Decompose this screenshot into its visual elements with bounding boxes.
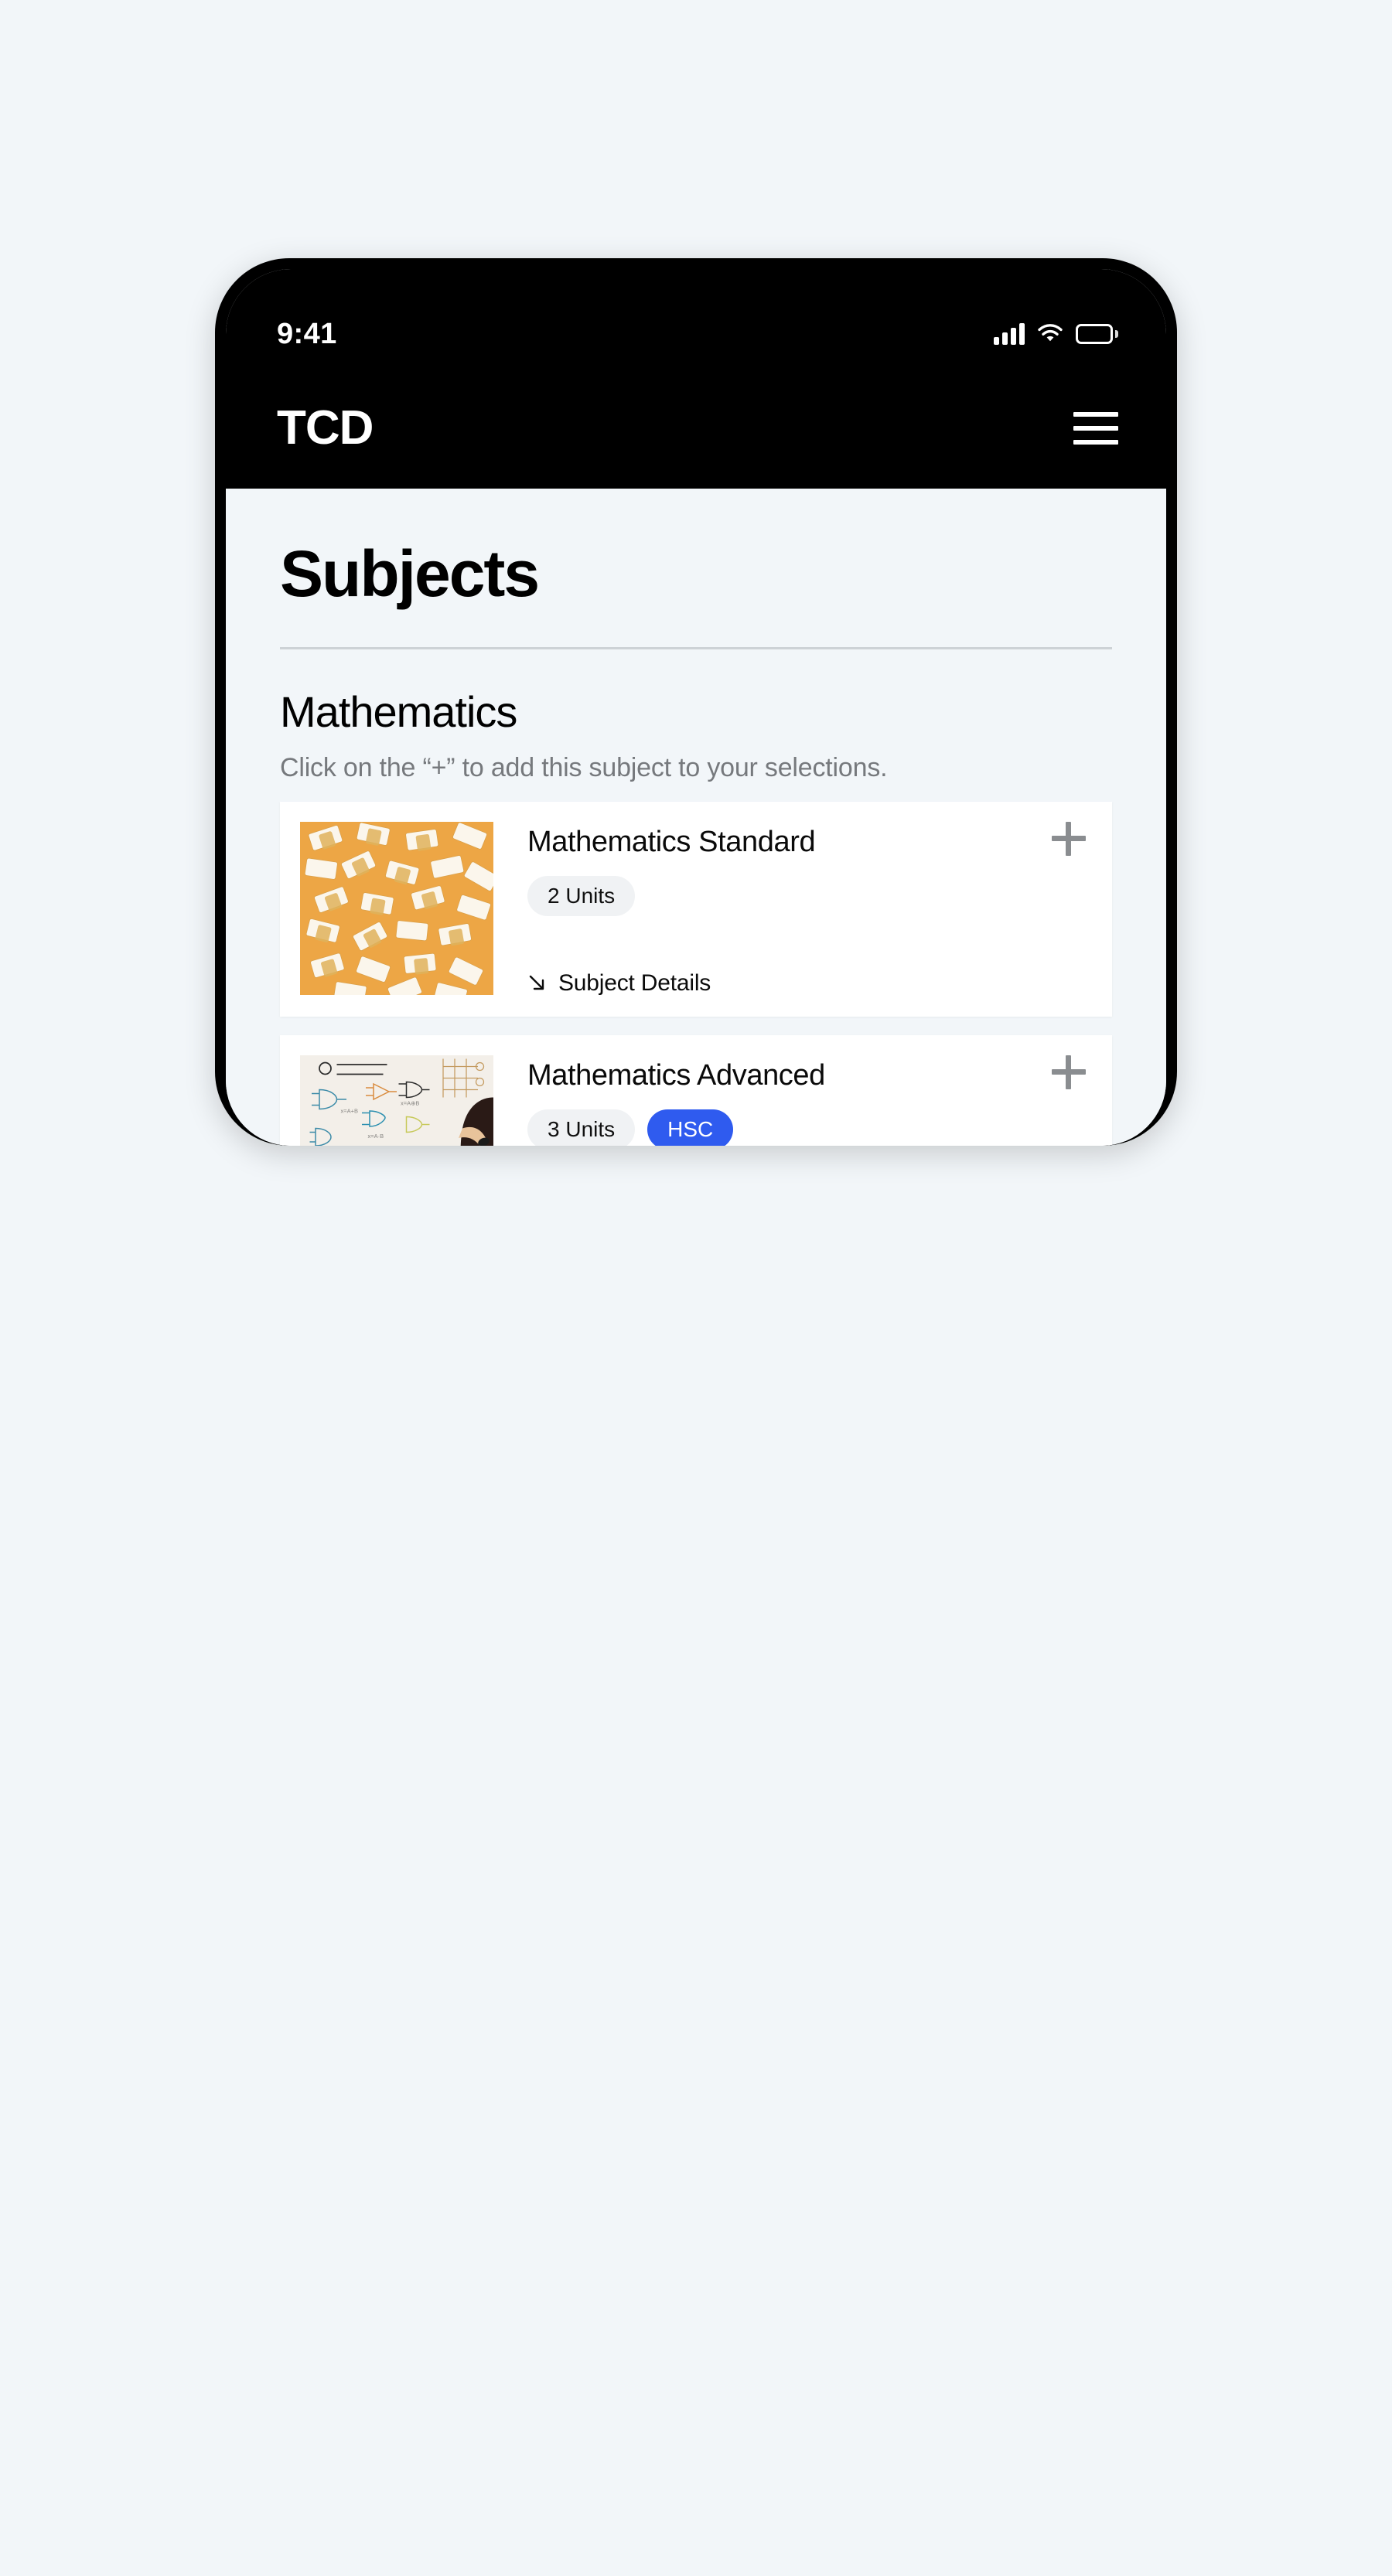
svg-text:x=A⊕B: x=A⊕B <box>401 1099 419 1106</box>
units-pill: 3 Units <box>527 1109 636 1146</box>
title-divider <box>280 647 1112 649</box>
subject-card-body: Mathematics Standard 2 Units Subject Det… <box>493 822 1092 997</box>
subject-details-link[interactable]: Subject Details <box>527 952 1022 997</box>
curriculum-badge: HSC <box>647 1109 734 1146</box>
subject-pill-row: 3 Units HSC <box>527 1109 1022 1146</box>
subject-title: Mathematics Standard <box>527 825 816 858</box>
subject-title: Mathematics Advanced <box>527 1058 825 1092</box>
hamburger-menu-icon[interactable] <box>1073 412 1118 445</box>
plus-icon[interactable] <box>1052 1055 1086 1089</box>
plus-icon[interactable] <box>1052 821 1086 856</box>
section-subtitle: Click on the “+” to add this subject to … <box>280 752 888 782</box>
subject-thumbnail-whiteboard: x=A+B y=A·B x=A·B x=A⊕B x=A+B .. mps .. … <box>300 1055 493 1146</box>
brand-logo[interactable]: TCD <box>277 404 374 452</box>
svg-text:x=A+B: x=A+B <box>341 1107 359 1114</box>
cellular-signal-icon <box>994 323 1025 345</box>
section-heading: Mathematics <box>280 687 517 736</box>
subject-thumbnail-calculator-buttons <box>300 821 493 995</box>
top-navigation-bar: TCD <box>226 368 1166 489</box>
phone-frame: 9:41 TCD Subjects Mathematics Click on t… <box>215 258 1177 1146</box>
subject-pill-row: 2 Units <box>527 876 1022 917</box>
status-bar-time: 9:41 <box>277 317 337 350</box>
arrow-down-right-icon <box>529 975 544 990</box>
subject-card-body: Mathematics Advanced 3 Units HSC Subject… <box>493 1055 1092 1146</box>
svg-text:x=A·B: x=A·B <box>368 1133 384 1140</box>
units-pill: 2 Units <box>527 876 636 917</box>
page-title: Subjects <box>280 537 540 610</box>
section-mathematics: Mathematics Click on the “+” to add this… <box>226 688 1166 1146</box>
wifi-icon <box>1037 322 1063 347</box>
subject-card[interactable]: Mathematics Standard 2 Units Subject Det… <box>280 801 1112 1017</box>
phone-screen: 9:41 TCD Subjects Mathematics Click on t… <box>226 269 1166 1146</box>
subject-card[interactable]: x=A+B y=A·B x=A·B x=A⊕B x=A+B .. mps .. … <box>280 1034 1112 1146</box>
battery-icon <box>1076 324 1118 344</box>
status-bar-icons <box>994 322 1118 347</box>
status-bar: 9:41 <box>226 269 1166 368</box>
subject-details-label: Subject Details <box>558 969 711 996</box>
page-content: Subjects Mathematics Click on the “+” to… <box>226 489 1166 1146</box>
